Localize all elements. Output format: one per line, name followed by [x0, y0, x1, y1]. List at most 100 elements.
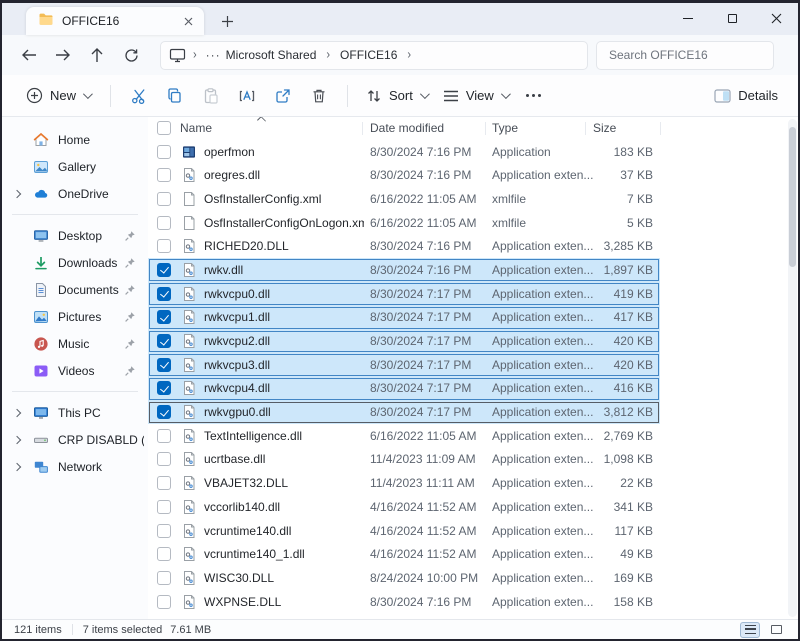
maximize-button[interactable] — [710, 3, 754, 33]
file-row[interactable]: operfmon 8/30/2024 7:16 PM Application 1… — [148, 140, 660, 164]
row-checkbox[interactable] — [157, 571, 171, 585]
sidebar-item-downloads[interactable]: Downloads — [6, 249, 144, 276]
sidebar-item-music[interactable]: Music — [6, 330, 144, 357]
rename-button[interactable] — [229, 80, 265, 112]
file-row[interactable]: rwkvcpu4.dll 8/30/2024 7:17 PM Applicati… — [148, 377, 660, 401]
view-button[interactable]: View — [435, 82, 516, 109]
row-checkbox[interactable] — [157, 334, 171, 348]
file-size: 158 KB — [568, 595, 653, 609]
details-pane-button[interactable]: Details — [708, 82, 784, 109]
share-button[interactable] — [265, 80, 301, 112]
scrollbar-thumb[interactable] — [789, 127, 796, 267]
explorer-tab[interactable]: OFFICE16 — [26, 7, 204, 35]
file-row[interactable]: rwkvcpu3.dll 8/30/2024 7:17 PM Applicati… — [148, 353, 660, 377]
row-checkbox[interactable] — [157, 547, 171, 561]
file-row[interactable]: rwkvcpu1.dll 8/30/2024 7:17 PM Applicati… — [148, 306, 660, 330]
search-input[interactable] — [607, 47, 763, 63]
column-header-name[interactable]: Name — [180, 121, 212, 135]
back-button[interactable] — [12, 40, 46, 70]
breadcrumb-overflow[interactable]: ··· — [204, 48, 223, 62]
sidebar-item-desktop[interactable]: Desktop — [6, 222, 144, 249]
file-row[interactable]: vccorlib140.dll 4/16/2024 11:52 AM Appli… — [148, 495, 660, 519]
column-header-date-modified[interactable]: Date modified — [370, 121, 444, 135]
breadcrumb-item-office16[interactable]: OFFICE16 — [337, 46, 400, 64]
sidebar-item-this-pc[interactable]: This PC — [6, 399, 144, 426]
row-checkbox[interactable] — [157, 287, 171, 301]
file-row[interactable]: rwkvcpu0.dll 8/30/2024 7:17 PM Applicati… — [148, 282, 660, 306]
sidebar-item-pictures[interactable]: Pictures — [6, 303, 144, 330]
chevron-expand-icon[interactable] — [13, 408, 21, 416]
row-checkbox[interactable] — [157, 429, 171, 443]
column-header-size[interactable]: Size — [593, 121, 616, 135]
minimize-button[interactable] — [666, 3, 710, 33]
chevron-expand-icon[interactable] — [13, 435, 21, 443]
forward-button[interactable] — [46, 40, 80, 70]
chevron-expand-icon[interactable] — [13, 462, 21, 470]
new-tab-button[interactable] — [214, 9, 240, 33]
file-row[interactable]: RICHED20.DLL 8/30/2024 7:16 PM Applicati… — [148, 235, 660, 259]
row-checkbox[interactable] — [157, 192, 171, 206]
file-row[interactable]: vcruntime140.dll 4/16/2024 11:52 AM Appl… — [148, 519, 660, 543]
sort-button[interactable]: Sort — [358, 82, 435, 110]
copy-button[interactable] — [157, 80, 193, 112]
file-row[interactable]: rwkvgpu0.dll 8/30/2024 7:17 PM Applicati… — [148, 401, 660, 425]
this-pc-icon — [169, 48, 186, 63]
row-checkbox[interactable] — [157, 168, 171, 182]
paste-button[interactable] — [193, 80, 229, 112]
details-view-toggle[interactable] — [740, 622, 760, 638]
tab-close-icon[interactable] — [180, 13, 196, 29]
sidebar-item-crp-disabld-d-[interactable]: CRP DISABLD (D:) — [6, 426, 144, 453]
close-button[interactable] — [754, 3, 798, 33]
details-pane-label: Details — [738, 88, 778, 103]
row-checkbox[interactable] — [157, 216, 171, 230]
file-row[interactable]: TextIntelligence.dll 6/16/2022 11:05 AM … — [148, 424, 660, 448]
more-options-button[interactable] — [516, 80, 552, 112]
sidebar-item-videos[interactable]: Videos — [6, 357, 144, 384]
up-button[interactable] — [80, 40, 114, 70]
row-checkbox[interactable] — [157, 263, 171, 277]
column-header-type[interactable]: Type — [492, 121, 518, 135]
file-row[interactable]: oregres.dll 8/30/2024 7:16 PM Applicatio… — [148, 164, 660, 188]
up-arrow-icon — [90, 48, 104, 63]
row-checkbox[interactable] — [157, 310, 171, 324]
sidebar-item-home[interactable]: Home — [6, 126, 144, 153]
breadcrumb-item-microsoft-shared[interactable]: Microsoft Shared — [223, 46, 320, 64]
row-checkbox[interactable] — [157, 476, 171, 490]
file-row[interactable]: ucrtbase.dll 11/4/2023 11:09 AM Applicat… — [148, 448, 660, 472]
sidebar-item-onedrive[interactable]: OneDrive — [6, 180, 144, 207]
row-checkbox[interactable] — [157, 452, 171, 466]
file-size: 49 KB — [568, 547, 653, 561]
vertical-scrollbar[interactable] — [788, 119, 797, 617]
row-checkbox[interactable] — [157, 524, 171, 538]
row-checkbox[interactable] — [157, 239, 171, 253]
row-checkbox[interactable] — [157, 500, 171, 514]
file-row[interactable]: rwkvcpu2.dll 8/30/2024 7:17 PM Applicati… — [148, 330, 660, 354]
sidebar-item-gallery[interactable]: Gallery — [6, 153, 144, 180]
row-checkbox[interactable] — [157, 381, 171, 395]
chevron-expand-icon[interactable] — [13, 189, 21, 197]
cut-button[interactable] — [121, 80, 157, 112]
sidebar-item-documents[interactable]: Documents — [6, 276, 144, 303]
sidebar-item-label: Pictures — [58, 310, 124, 324]
sidebar-item-label: Network — [58, 460, 144, 474]
row-checkbox[interactable] — [157, 595, 171, 609]
file-row[interactable]: WXPNSE.DLL 8/30/2024 7:16 PM Application… — [148, 590, 660, 614]
file-row[interactable]: VBAJET32.DLL 11/4/2023 11:11 AM Applicat… — [148, 472, 660, 496]
search-box[interactable] — [596, 41, 774, 70]
row-checkbox[interactable] — [157, 405, 171, 419]
file-row[interactable]: OsfInstallerConfig.xml 6/16/2022 11:05 A… — [148, 187, 660, 211]
sidebar-item-network[interactable]: Network — [6, 453, 144, 480]
file-date-modified: 8/30/2024 7:17 PM — [370, 310, 488, 324]
delete-button[interactable] — [301, 80, 337, 112]
new-button[interactable]: New — [16, 81, 100, 110]
row-checkbox[interactable] — [157, 358, 171, 372]
select-all-checkbox[interactable] — [157, 121, 171, 135]
file-row[interactable]: vcruntime140_1.dll 4/16/2024 11:52 AM Ap… — [148, 543, 660, 567]
row-checkbox[interactable] — [157, 145, 171, 159]
file-row[interactable]: WISC30.DLL 8/24/2024 10:00 PM Applicatio… — [148, 566, 660, 590]
file-row[interactable]: rwkv.dll 8/30/2024 7:16 PM Application e… — [148, 258, 660, 282]
file-row[interactable]: OsfInstallerConfigOnLogon.xml 6/16/2022 … — [148, 211, 660, 235]
large-icons-view-toggle[interactable] — [766, 622, 786, 638]
refresh-button[interactable] — [114, 40, 148, 70]
address-bar[interactable]: › ··· Microsoft Shared › OFFICE16 › — [160, 41, 588, 70]
